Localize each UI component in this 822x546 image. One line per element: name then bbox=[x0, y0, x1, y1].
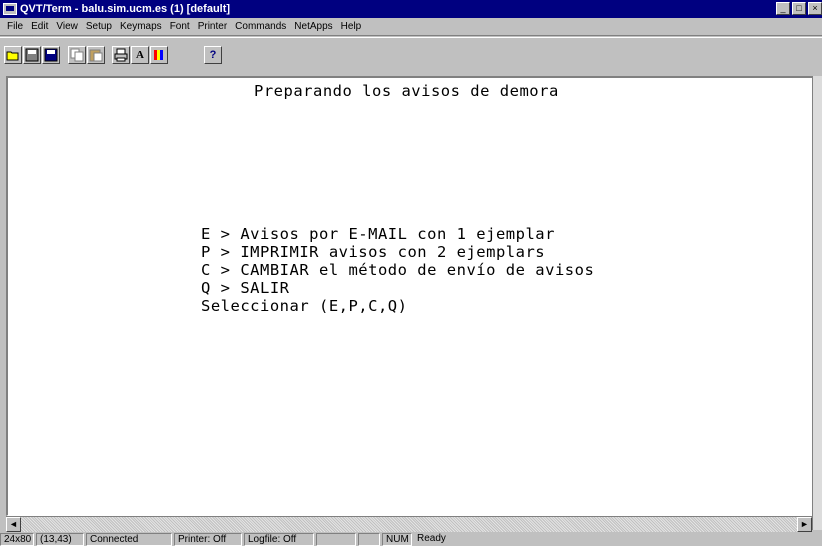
horizontal-scrollbar[interactable]: ◄ ► bbox=[6, 516, 812, 532]
status-logfile: Logfile: Off bbox=[244, 532, 314, 546]
scroll-left-icon[interactable]: ◄ bbox=[6, 517, 21, 532]
menu-edit[interactable]: Edit bbox=[27, 21, 52, 32]
status-blank-2 bbox=[358, 532, 380, 546]
selection-prompt: Seleccionar (E,P,C,Q) bbox=[201, 297, 408, 315]
menu-netapps[interactable]: NetApps bbox=[290, 21, 336, 32]
window-title: QVT/Term - balu.sim.ucm.es (1) [default] bbox=[20, 3, 231, 15]
status-cursor: (13,43) bbox=[36, 532, 84, 546]
window-controls: _ □ × bbox=[776, 2, 822, 15]
menu-bar: File Edit View Setup Keymaps Font Printe… bbox=[0, 18, 822, 36]
status-connection: Connected bbox=[86, 532, 172, 546]
help-icon[interactable]: ? bbox=[204, 46, 222, 64]
close-button[interactable]: × bbox=[808, 2, 822, 15]
maximize-button[interactable]: □ bbox=[792, 2, 806, 15]
menu-font[interactable]: Font bbox=[166, 21, 194, 32]
menu-keymaps[interactable]: Keymaps bbox=[116, 21, 166, 32]
scroll-right-icon[interactable]: ► bbox=[797, 517, 812, 532]
colors-icon[interactable] bbox=[150, 46, 168, 64]
menu-help[interactable]: Help bbox=[337, 21, 366, 32]
menu-setup[interactable]: Setup bbox=[82, 21, 116, 32]
paste-icon[interactable] bbox=[87, 46, 105, 64]
terminal-app-icon[interactable] bbox=[3, 3, 17, 15]
menu-file[interactable]: File bbox=[3, 21, 27, 32]
menu-printer[interactable]: Printer bbox=[194, 21, 231, 32]
status-bar: 24x80 (13,43) Connected Printer: Off Log… bbox=[0, 532, 822, 546]
font-icon[interactable]: A bbox=[131, 46, 149, 64]
status-num: NUM bbox=[382, 532, 412, 546]
copy-icon[interactable] bbox=[68, 46, 86, 64]
disk-icon[interactable] bbox=[42, 46, 60, 64]
option-print: P > IMPRIMIR avisos con 2 ejemplars bbox=[201, 243, 546, 261]
menu-view[interactable]: View bbox=[52, 21, 82, 32]
print-icon[interactable] bbox=[112, 46, 130, 64]
terminal-screen[interactable]: Preparando los avisos de demora E > Avis… bbox=[6, 76, 814, 516]
toolbar: A ? bbox=[0, 37, 822, 73]
option-quit: Q > SALIR bbox=[201, 279, 290, 297]
status-size: 24x80 bbox=[0, 532, 34, 546]
title-bar: QVT/Term - balu.sim.ucm.es (1) [default]… bbox=[0, 0, 822, 18]
open-icon[interactable] bbox=[4, 46, 22, 64]
save-icon[interactable] bbox=[23, 46, 41, 64]
option-email: E > Avisos por E-MAIL con 1 ejemplar bbox=[201, 225, 555, 243]
menu-commands[interactable]: Commands bbox=[231, 21, 290, 32]
option-change-method: C > CAMBIAR el método de envío de avisos bbox=[201, 261, 595, 279]
status-blank-1 bbox=[316, 532, 356, 546]
minimize-button[interactable]: _ bbox=[776, 2, 790, 15]
status-printer: Printer: Off bbox=[174, 532, 242, 546]
screen-heading: Preparando los avisos de demora bbox=[254, 82, 559, 100]
status-ready: Ready bbox=[417, 532, 446, 544]
vertical-scrollbar[interactable] bbox=[812, 76, 822, 530]
